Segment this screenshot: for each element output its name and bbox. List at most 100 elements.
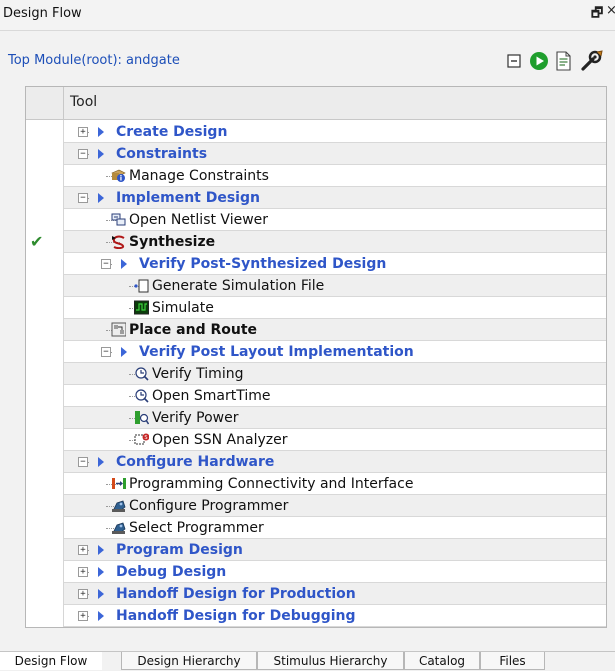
expand-arrow-icon[interactable] — [98, 589, 104, 599]
tree-item-label: Generate Simulation File — [152, 278, 325, 294]
ssn-analyzer-icon: S — [134, 432, 149, 447]
collapse-icon[interactable]: − — [101, 347, 111, 357]
connectivity-icon — [111, 476, 126, 491]
collapse-icon[interactable]: − — [78, 457, 88, 467]
tree-tool-row[interactable]: Simulate — [64, 297, 606, 319]
tree-item-label: Programming Connectivity and Interface — [129, 476, 414, 492]
tree-item-label: Synthesize — [129, 234, 216, 250]
tab-catalog[interactable]: Catalog — [404, 652, 480, 670]
tree-tool-row[interactable]: Configure Programmer — [64, 495, 606, 517]
tree-tool-row[interactable]: Programming Connectivity and Interface — [64, 473, 606, 495]
collapse-icon[interactable]: − — [78, 193, 88, 203]
tree-tool-row[interactable]: Verify Timing — [64, 363, 606, 385]
tree-item-label: Debug Design — [116, 564, 227, 580]
tree-item-label: Configure Hardware — [116, 454, 275, 470]
float-window-icon[interactable]: 🗗 — [591, 4, 603, 26]
tool-column-header[interactable]: Tool — [70, 94, 97, 110]
expand-icon[interactable]: + — [78, 567, 88, 577]
svg-text:S: S — [144, 435, 147, 441]
waveform-icon — [134, 300, 149, 315]
tree-item-label: Simulate — [152, 300, 214, 316]
status-column-header — [26, 87, 64, 119]
close-icon[interactable]: × — [606, 3, 615, 18]
reports-button[interactable] — [552, 49, 576, 73]
options-icon — [581, 50, 603, 71]
expand-icon[interactable]: + — [78, 545, 88, 555]
panel-titlebar: Design Flow 🗗 × — [0, 0, 615, 31]
expand-icon[interactable]: + — [78, 589, 88, 599]
panel-title: Design Flow — [3, 6, 82, 21]
tab-label: Files — [499, 654, 526, 668]
design-flow-panel: Design Flow 🗗 × Top Module(root): andgat… — [0, 0, 615, 670]
tree-tool-row[interactable]: Open Netlist Viewer — [64, 209, 606, 231]
bottom-tab-bar: Design Flow Design Hierarchy Stimulus Hi… — [0, 651, 615, 671]
tree-group-row[interactable]: − Verify Post Layout Implementation — [64, 341, 606, 363]
tree-item-label: Verify Post-Synthesized Design — [139, 256, 387, 272]
tree-item-label: Verify Power — [152, 410, 239, 426]
svg-text:i: i — [120, 175, 122, 183]
power-icon — [134, 410, 149, 425]
tree-group-row[interactable]: − Implement Design — [64, 187, 606, 209]
tab-stimulus-hierarchy[interactable]: Stimulus Hierarchy — [257, 652, 404, 670]
synthesize-icon — [111, 234, 126, 249]
tree-tool-row[interactable]: Synthesize — [64, 231, 606, 253]
smarttime-icon — [134, 388, 149, 403]
tab-label: Design Hierarchy — [137, 654, 241, 668]
expand-arrow-icon[interactable] — [98, 127, 104, 137]
tab-label: Catalog — [418, 654, 466, 668]
place-route-icon — [111, 322, 126, 337]
tab-label: Stimulus Hierarchy — [273, 654, 388, 668]
expand-arrow-icon[interactable] — [98, 545, 104, 555]
tree-tool-row[interactable]: i Manage Constraints — [64, 165, 606, 187]
expand-icon[interactable]: + — [78, 611, 88, 621]
tree-tool-row[interactable]: Select Programmer — [64, 517, 606, 539]
status-check-icon: ✔ — [30, 232, 44, 251]
expand-arrow-icon[interactable] — [121, 347, 127, 357]
tree-group-row[interactable]: + Handoff Design for Production — [64, 583, 606, 605]
expand-icon[interactable]: + — [78, 127, 88, 137]
programmer-icon — [111, 498, 126, 513]
collapse-icon[interactable]: − — [78, 149, 88, 159]
tree-tool-row[interactable]: S Open SSN Analyzer — [64, 429, 606, 451]
run-flow-button[interactable] — [527, 49, 551, 73]
top-module-label: Top Module(root): andgate — [8, 53, 180, 68]
tree-group-row[interactable]: + Handoff Design for Debugging — [64, 605, 606, 627]
tree-item-label: Constraints — [116, 146, 208, 162]
tree-group-row[interactable]: + Program Design — [64, 539, 606, 561]
collapse-all-button[interactable] — [502, 49, 526, 73]
tree-group-row[interactable]: − Verify Post-Synthesized Design — [64, 253, 606, 275]
tree-item-label: Verify Post Layout Implementation — [139, 344, 414, 360]
tree-item-label: Verify Timing — [152, 366, 244, 382]
tree-item-label: Configure Programmer — [129, 498, 289, 514]
expand-arrow-icon[interactable] — [98, 457, 104, 467]
tree-group-row[interactable]: + Debug Design — [64, 561, 606, 583]
tree-tool-row[interactable]: Open SmartTime — [64, 385, 606, 407]
tree-header: Tool — [26, 87, 606, 120]
tree-group-row[interactable]: + Create Design — [64, 121, 606, 143]
tab-files[interactable]: Files — [480, 652, 545, 670]
expand-arrow-icon[interactable] — [98, 611, 104, 621]
tree-item-label: Handoff Design for Production — [116, 586, 356, 602]
tree-item-label: Manage Constraints — [129, 168, 269, 184]
tree-item-label: Select Programmer — [129, 520, 264, 536]
tree-tool-row[interactable]: Generate Simulation File — [64, 275, 606, 297]
expand-arrow-icon[interactable] — [98, 193, 104, 203]
tree-item-label: Handoff Design for Debugging — [116, 608, 356, 624]
tree-tool-row[interactable]: Verify Power — [64, 407, 606, 429]
expand-arrow-icon[interactable] — [98, 149, 104, 159]
tree-group-row[interactable]: − Configure Hardware — [64, 451, 606, 473]
tab-design-flow[interactable]: Design Flow — [0, 652, 102, 670]
tree-tool-row[interactable]: Place and Route — [64, 319, 606, 341]
options-button[interactable] — [580, 49, 604, 73]
tree-item-label: Open SmartTime — [152, 388, 271, 404]
tree-item-label: Implement Design — [116, 190, 260, 206]
collapse-all-icon — [507, 54, 521, 68]
tab-label: Design Flow — [14, 654, 88, 668]
collapse-icon[interactable]: − — [101, 259, 111, 269]
tab-design-hierarchy[interactable]: Design Hierarchy — [121, 652, 257, 670]
timing-icon — [134, 366, 149, 381]
run-icon — [530, 52, 548, 70]
expand-arrow-icon[interactable] — [121, 259, 127, 269]
tree-group-row[interactable]: − Constraints — [64, 143, 606, 165]
expand-arrow-icon[interactable] — [98, 567, 104, 577]
